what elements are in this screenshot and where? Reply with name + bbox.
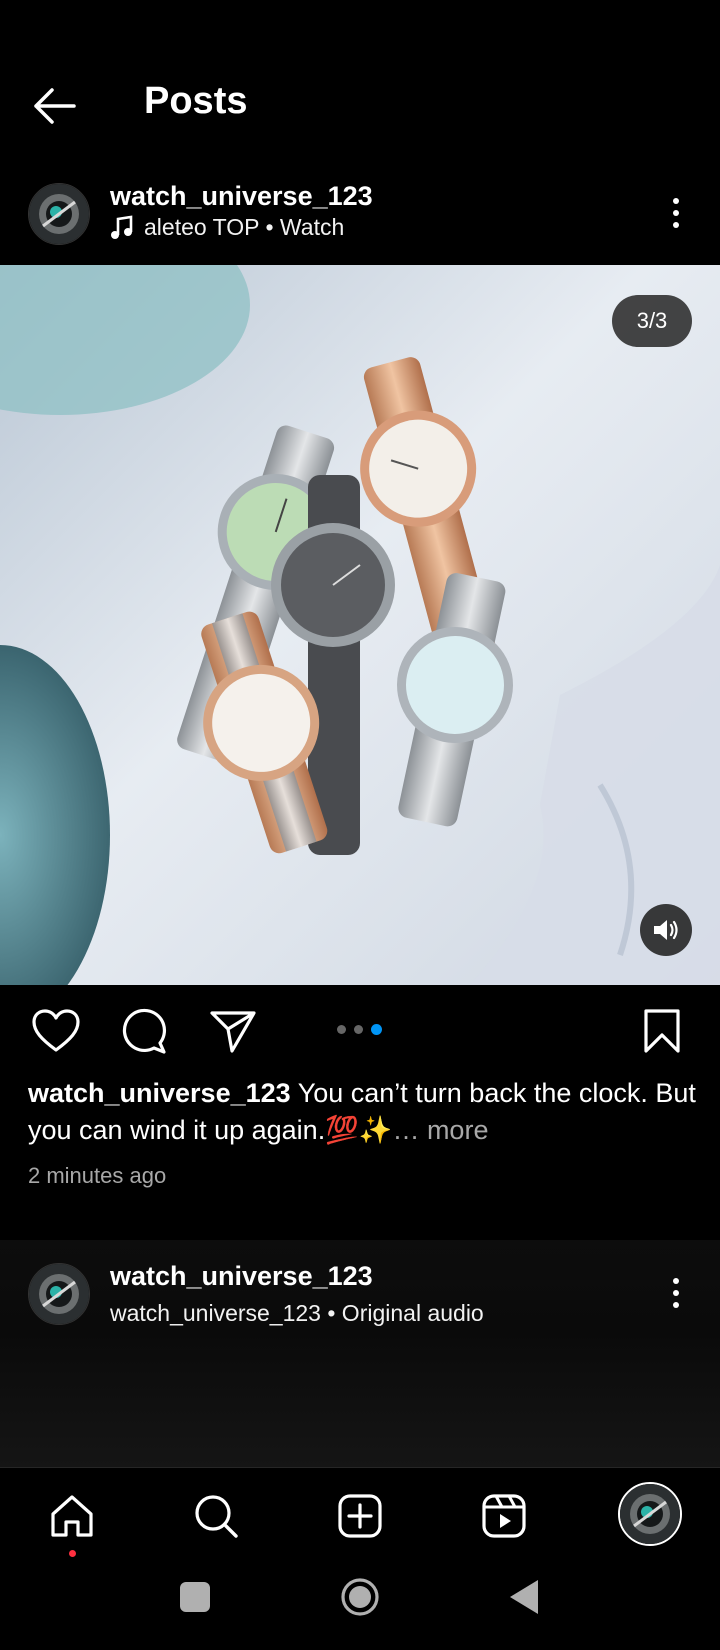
nav-home[interactable]: [44, 1488, 100, 1557]
save-button[interactable]: [642, 1007, 682, 1055]
nav-profile[interactable]: [618, 1482, 682, 1546]
audio-label: aleteo TOP • Watch: [144, 214, 345, 240]
nav-reels[interactable]: [476, 1488, 532, 1544]
watches-photo: [0, 265, 720, 985]
like-button[interactable]: [31, 1008, 81, 1054]
arrow-left-icon: [34, 88, 76, 124]
bookmark-icon: [644, 1009, 680, 1053]
post-timestamp: 2 minutes ago: [28, 1163, 167, 1188]
home-icon: [51, 1495, 93, 1537]
caption-more-link[interactable]: … more: [392, 1115, 488, 1145]
heart-icon: [32, 1009, 80, 1052]
create-icon: [338, 1494, 382, 1538]
post-username[interactable]: watch_universe_123: [110, 1261, 373, 1292]
nav-create[interactable]: [332, 1488, 388, 1544]
audio-line[interactable]: aleteo TOP • Watch: [110, 214, 344, 241]
music-note-icon: [111, 214, 133, 239]
comment-icon: [122, 1008, 167, 1054]
top-bar: [0, 0, 720, 170]
avatar[interactable]: [28, 183, 90, 245]
notification-dot: [69, 1550, 76, 1557]
comment-button[interactable]: [119, 1007, 169, 1055]
bottom-nav: [0, 1467, 720, 1560]
post-username[interactable]: watch_universe_123: [110, 181, 373, 212]
sound-toggle-button[interactable]: [640, 904, 692, 956]
more-options-button[interactable]: [661, 188, 691, 238]
triangle-back-icon: [510, 1580, 538, 1614]
carousel-dot: [354, 1024, 363, 1034]
carousel-dot: [337, 1024, 346, 1034]
page-title: Posts: [144, 80, 248, 122]
carousel-dots: [333, 1022, 386, 1036]
post-caption[interactable]: watch_universe_123 You can’t turn back t…: [28, 1075, 698, 1149]
reels-icon: [482, 1494, 526, 1538]
send-icon: [210, 1011, 256, 1053]
profile-avatar: [620, 1484, 680, 1544]
recents-button[interactable]: [180, 1582, 210, 1612]
more-options-button[interactable]: [661, 1268, 691, 1318]
back-button[interactable]: [24, 78, 84, 134]
circle-home-icon: [341, 1578, 379, 1616]
system-nav-bar: [0, 1560, 720, 1650]
post-image[interactable]: [0, 265, 720, 985]
back-system-button[interactable]: [508, 1578, 542, 1616]
audio-label[interactable]: watch_universe_123 • Original audio: [110, 1300, 484, 1327]
avatar[interactable]: [28, 1263, 90, 1325]
carousel-dot-active: [371, 1023, 382, 1035]
avatar-image: [29, 1264, 89, 1324]
home-system-button[interactable]: [340, 1577, 380, 1617]
search-icon: [195, 1495, 238, 1538]
nav-search[interactable]: [188, 1488, 244, 1544]
carousel-counter: 3/3: [612, 295, 692, 347]
speaker-icon: [654, 920, 678, 940]
avatar-image: [29, 184, 89, 244]
caption-username[interactable]: watch_universe_123: [28, 1078, 291, 1108]
share-button[interactable]: [208, 1007, 258, 1055]
